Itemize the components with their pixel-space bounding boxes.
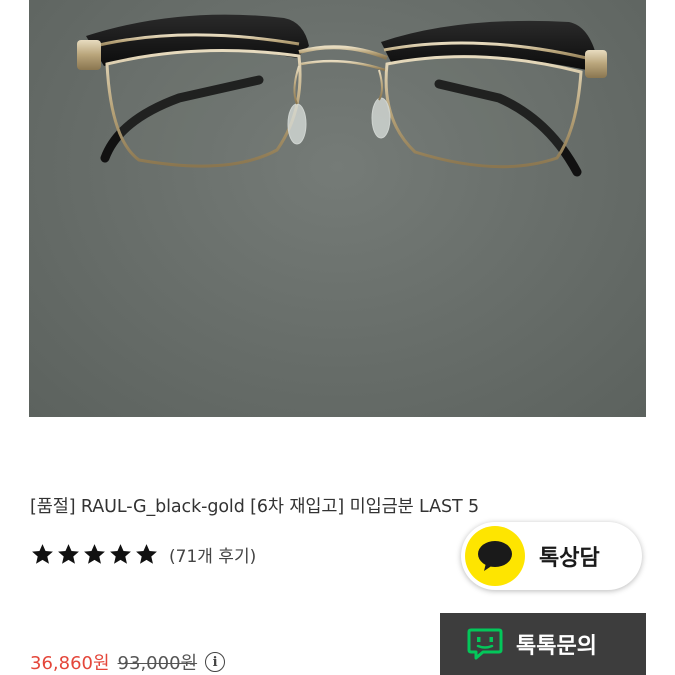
kakao-chat-label: 톡상담 [539,546,600,571]
star-icon [58,543,79,564]
rating-row[interactable]: (71개 후기) [30,539,256,569]
review-count-link[interactable]: (71개 후기) [169,542,256,567]
product-image[interactable] [29,0,646,417]
original-price: 93,000원 [117,653,198,674]
star-icon [84,543,105,564]
naver-talktalk-icon [467,628,503,660]
star-icon [32,543,53,564]
kakao-chat-button[interactable]: 톡상담 [461,522,642,590]
star-icon [136,543,157,564]
info-icon[interactable]: i [205,652,226,672]
star-rating [30,542,159,567]
talktalk-label: 톡톡문의 [516,634,597,659]
price-row: 36,860원 93,000원 i [30,649,226,675]
talktalk-inquiry-button[interactable]: 톡톡문의 [440,613,646,675]
sale-price: 36,860원 [30,653,110,674]
kakao-speech-bubble-icon [478,541,512,571]
kakao-icon-badge [465,526,525,586]
product-title: [품절] RAUL-G_black-gold [6차 재입고] 미입금분 LAS… [30,497,480,517]
star-icon [110,543,131,564]
glasses-illustration [77,14,607,177]
